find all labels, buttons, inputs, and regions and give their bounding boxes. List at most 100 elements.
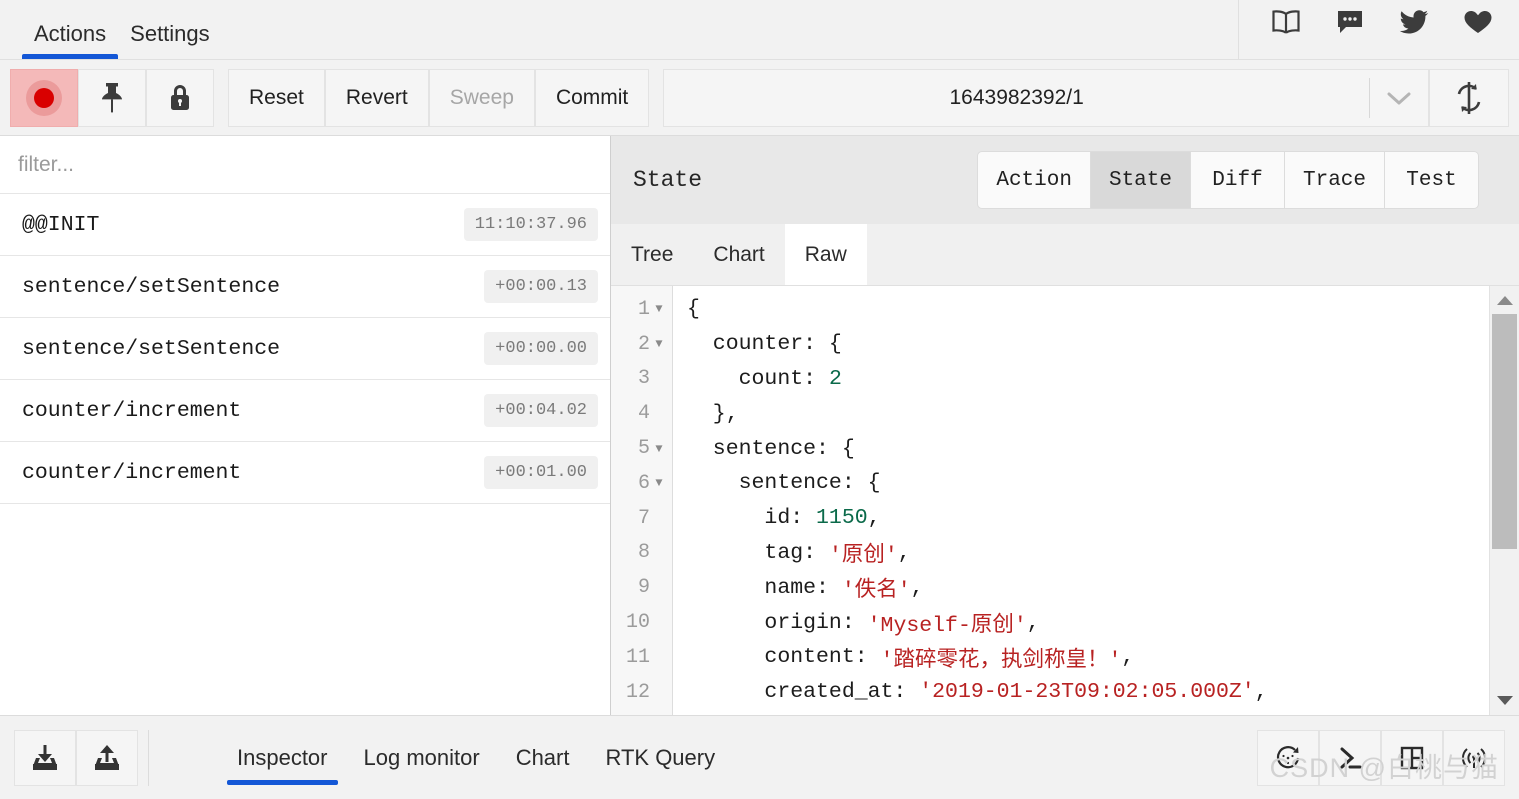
export-button[interactable] [76, 729, 138, 786]
view-tab-chart[interactable]: Chart [693, 224, 784, 285]
chat-bubble-icon[interactable] [1333, 5, 1367, 39]
code-line-5: sentence: { [673, 431, 1489, 466]
code-line-9: name: '佚名', [673, 570, 1489, 605]
view-mode-tabs: Tree Chart Raw [611, 224, 1519, 286]
scroll-up-arrow[interactable] [1496, 286, 1514, 314]
filter-row [0, 136, 610, 194]
footer-bar: Inspector Log monitor Chart RTK Query CS… [0, 715, 1519, 799]
editor-scrollbar[interactable] [1489, 286, 1519, 715]
token-plain: sentence: { [687, 436, 855, 461]
fold-arrow-icon[interactable]: ▼ [650, 476, 668, 490]
code-line-3: count: 2 [673, 362, 1489, 397]
footer-tab-chart[interactable]: Chart [498, 716, 588, 799]
token-number: 2 [828, 366, 842, 391]
view-tab-tree[interactable]: Tree [611, 224, 693, 285]
line-number-7: 7▼ [637, 506, 650, 530]
action-row-0[interactable]: @@INIT 11:10:37.96 [0, 194, 610, 256]
inspector-tab-action[interactable]: Action [977, 151, 1091, 209]
token-plain: sentence: { [687, 471, 881, 496]
action-row-4[interactable]: counter/increment +00:01.00 [0, 442, 610, 504]
fold-arrow-icon[interactable]: ▼ [650, 302, 668, 316]
pin-button[interactable] [78, 68, 146, 127]
tab-settings-label: Settings [130, 21, 210, 46]
heart-icon[interactable] [1461, 5, 1495, 39]
line-number-11: 11▼ [625, 645, 650, 669]
token-string: '原创' [828, 544, 898, 569]
token-plain: tag: [687, 540, 829, 565]
action-name: counter/increment [22, 398, 242, 423]
tab-actions[interactable]: Actions [22, 21, 119, 59]
twitter-icon[interactable] [1397, 5, 1431, 39]
view-tab-raw[interactable]: Raw [784, 224, 867, 285]
instance-selector[interactable]: 1643982392/1 [663, 68, 1429, 127]
footer-tab-rtk-query[interactable]: RTK Query [587, 716, 733, 799]
inspector-tab-diff[interactable]: Diff [1190, 151, 1285, 209]
token-plain: , [897, 540, 911, 565]
lock-button[interactable] [146, 68, 214, 127]
token-number: 1150 [816, 506, 868, 531]
inspector-tab-trace[interactable]: Trace [1284, 151, 1385, 209]
token-plain: , [1254, 680, 1268, 705]
chevron-down-icon[interactable] [1370, 90, 1428, 106]
actions-panel: @@INIT 11:10:37.96 sentence/setSentence … [0, 136, 611, 715]
code-line-7: id: 1150, [673, 501, 1489, 536]
scrollbar-track[interactable] [1490, 314, 1519, 687]
action-timestamp: +00:00.00 [484, 332, 598, 365]
remote-icon[interactable] [1443, 729, 1505, 786]
footer-tab-inspector[interactable]: Inspector [219, 716, 346, 799]
token-plain: id: [687, 506, 817, 531]
import-button[interactable] [14, 729, 76, 786]
action-name: sentence/setSentence [22, 274, 281, 299]
commit-button[interactable]: Commit [534, 68, 650, 127]
footer-icon-group [1257, 729, 1505, 786]
reset-button[interactable]: Reset [228, 68, 325, 127]
code-line-10: origin: 'Myself-原创', [673, 605, 1489, 640]
line-number-6: 6 ▼ [611, 466, 672, 501]
inspector-tab-test[interactable]: Test [1385, 151, 1479, 209]
inspector-panel: State Action State Diff Trace Test Tree … [611, 136, 1519, 715]
line-number-3: 3▼ [637, 367, 650, 391]
fold-arrow-icon[interactable]: ▼ [650, 442, 668, 456]
filter-input[interactable] [0, 136, 610, 193]
line-number-9: 9▼ [637, 576, 650, 600]
line-number-4: 4▼ [637, 402, 650, 426]
revert-button[interactable]: Revert [324, 68, 429, 127]
code-line-6: sentence: { [673, 466, 1489, 501]
line-number-10: 10▼ [625, 611, 650, 635]
action-row-3[interactable]: counter/increment +00:04.02 [0, 380, 610, 442]
scroll-down-arrow[interactable] [1496, 687, 1514, 715]
inspector-tab-state[interactable]: State [1090, 151, 1191, 209]
line-number-2: 2 ▼ [611, 327, 672, 362]
code-content[interactable]: { counter: { count: 2 }, sentence: { sen… [673, 286, 1489, 715]
main-toolbar: Reset Revert Sweep Commit 1643982392/1 [0, 60, 1519, 136]
inspector-tab-group: Action State Diff Trace Test [977, 151, 1479, 209]
token-plain: { [687, 297, 700, 322]
dispatcher-icon[interactable] [1257, 729, 1319, 786]
code-line-1: { [673, 292, 1489, 327]
tab-actions-label: Actions [34, 21, 107, 46]
layout-icon[interactable] [1381, 729, 1443, 786]
tab-settings[interactable]: Settings [118, 23, 222, 59]
scrollbar-thumb[interactable] [1492, 314, 1517, 549]
token-plain: created_at: [687, 680, 920, 705]
fold-arrow-icon[interactable]: ▼ [650, 337, 668, 351]
action-name: sentence/setSentence [22, 336, 281, 361]
console-icon[interactable] [1319, 729, 1381, 786]
token-plain: count: [687, 366, 829, 391]
main-area: @@INIT 11:10:37.96 sentence/setSentence … [0, 136, 1519, 715]
action-row-1[interactable]: sentence/setSentence +00:00.13 [0, 256, 610, 318]
footer-tab-log-monitor[interactable]: Log monitor [346, 716, 498, 799]
token-plain: counter: { [687, 332, 842, 357]
action-timestamp: +00:04.02 [484, 394, 598, 427]
token-plain: , [910, 575, 924, 600]
sweep-button[interactable]: Sweep [428, 68, 535, 127]
refresh-button[interactable] [1429, 68, 1509, 127]
book-icon[interactable] [1269, 5, 1303, 39]
line-number-gutter: 1▼2▼ 3▼ 4▼ 5▼6▼ 7▼ 8▼ 9▼ 10▼ 11▼ 12▼ [611, 286, 673, 715]
token-string: 'Myself-原创' [867, 614, 1027, 639]
token-string: '2019-01-23T09:02:05.000Z' [919, 680, 1255, 705]
line-number-1: 1 ▼ [611, 292, 672, 327]
record-button[interactable] [10, 68, 78, 127]
action-row-2[interactable]: sentence/setSentence +00:00.00 [0, 318, 610, 380]
token-string: '佚名' [841, 579, 911, 604]
